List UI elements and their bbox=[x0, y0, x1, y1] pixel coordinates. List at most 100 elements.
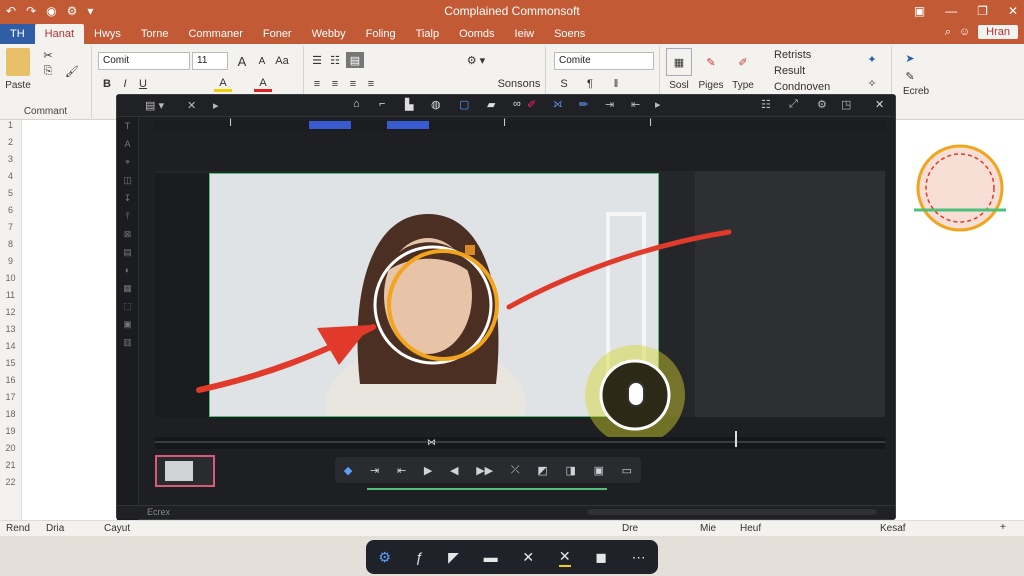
sort-button[interactable]: Sonsons bbox=[496, 76, 542, 92]
tab-search[interactable]: Soens bbox=[544, 24, 595, 44]
piges-button[interactable]: Piges bbox=[696, 78, 726, 92]
play-icon[interactable]: ▶ bbox=[424, 464, 432, 477]
tab-view[interactable]: Oomds bbox=[449, 24, 504, 44]
paste-button[interactable]: Paste bbox=[2, 78, 34, 92]
condnoven-item[interactable]: Condnoven bbox=[774, 80, 854, 94]
zoom-in-button[interactable]: + bbox=[1000, 522, 1006, 533]
align-center-icon[interactable]: ≡ bbox=[328, 76, 342, 92]
result-item[interactable]: Result bbox=[774, 64, 854, 78]
tab-layout[interactable]: Foner bbox=[253, 24, 302, 44]
clip-thumbnail[interactable] bbox=[155, 455, 215, 487]
format-painter-icon[interactable]: 🖌 bbox=[60, 64, 84, 78]
ruler-mark: 1 bbox=[7, 120, 13, 130]
shape-icon[interactable]: ◤ bbox=[448, 549, 459, 566]
rectangle-icon[interactable]: ▬ bbox=[484, 549, 498, 565]
horizontal-scrollbar[interactable] bbox=[587, 509, 877, 515]
replace-icon[interactable]: ✧ bbox=[862, 74, 882, 92]
tab-references[interactable]: Webby bbox=[302, 24, 356, 44]
pointer-icon[interactable]: ➤ bbox=[900, 50, 920, 66]
type-button[interactable]: Type bbox=[728, 78, 758, 92]
cut-icon[interactable]: ⤫ bbox=[511, 464, 520, 477]
timeline-track[interactable]: ⋈ bbox=[155, 431, 885, 449]
video-editor-window[interactable]: ▤ ▾ ✕ ▸ ⌂ ⌐ ▙ ◍ ▢ ▰ ∞ ✐ ⟗ ✏ ⇥ ⇤ ▸ ☷ ⤢ ⚙ … bbox=[116, 94, 896, 521]
italic-button[interactable]: I bbox=[118, 76, 132, 92]
step-forward-icon[interactable]: ⇥ bbox=[370, 464, 379, 477]
close-tool-icon[interactable]: ✕ bbox=[558, 548, 571, 567]
font-size-select[interactable]: 11 bbox=[192, 52, 228, 70]
save-icon[interactable]: ↶ bbox=[6, 4, 16, 18]
numbering-icon[interactable]: ☷ bbox=[328, 52, 342, 68]
retrists-item[interactable]: Retrists bbox=[774, 48, 854, 62]
font-color-button[interactable]: A bbox=[254, 76, 272, 92]
tab-design[interactable]: Commaner bbox=[178, 24, 252, 44]
search-icon[interactable]: ⌕ bbox=[945, 26, 951, 39]
status-focus[interactable]: Dre bbox=[622, 523, 638, 534]
bullets-icon[interactable]: ☰ bbox=[310, 52, 324, 68]
copy-icon[interactable]: ⎘ bbox=[40, 64, 56, 78]
settings-icon[interactable]: ⚙ bbox=[378, 549, 391, 566]
progress-line[interactable] bbox=[367, 488, 607, 490]
playhead-marker[interactable]: ⋈ bbox=[427, 437, 457, 447]
paste-icon[interactable] bbox=[6, 48, 30, 76]
ruler-mark: 19 bbox=[5, 426, 16, 436]
font-name-select[interactable]: Comit bbox=[98, 52, 190, 70]
status-zoom[interactable]: Kesaf bbox=[880, 523, 906, 534]
tab-mailings[interactable]: Foling bbox=[356, 24, 406, 44]
pilcrow-icon[interactable]: ¶ bbox=[582, 76, 598, 92]
status-read[interactable]: Heuf bbox=[740, 523, 761, 534]
tab-draw[interactable]: Torne bbox=[131, 24, 179, 44]
rewind-icon[interactable]: ◀ bbox=[450, 464, 458, 477]
ribbon-display-icon[interactable]: ▣ bbox=[914, 4, 925, 18]
shrink-font-button[interactable]: A bbox=[254, 52, 270, 70]
fullscreen-icon[interactable]: ▭ bbox=[622, 464, 632, 477]
restore-button[interactable]: ❐ bbox=[977, 4, 988, 18]
justify-icon[interactable]: ≡ bbox=[364, 76, 378, 92]
paragraph-dropdown[interactable]: ⚙ ▾ bbox=[456, 52, 496, 68]
timeline-end-marker[interactable] bbox=[735, 431, 737, 447]
square-icon[interactable]: ◼ bbox=[595, 549, 607, 566]
pages-icon[interactable]: ✎ bbox=[698, 48, 724, 76]
grow-font-button[interactable]: A bbox=[234, 52, 250, 70]
ruler-mark: 14 bbox=[5, 341, 16, 351]
close-button[interactable]: ✕ bbox=[1008, 4, 1018, 18]
split-right-icon[interactable]: ◨ bbox=[565, 464, 575, 477]
fast-forward-icon[interactable]: ▶▶ bbox=[476, 464, 493, 477]
align-right-icon[interactable]: ≡ bbox=[346, 76, 360, 92]
type-icon[interactable]: ✐ bbox=[730, 48, 756, 76]
pen-icon[interactable]: ✎ bbox=[900, 68, 920, 84]
settings-icon[interactable]: ⚙ bbox=[67, 4, 78, 18]
tab-home[interactable]: Hanat bbox=[34, 24, 85, 44]
more-icon[interactable]: ⋯ bbox=[632, 549, 646, 566]
split-left-icon[interactable]: ◩ bbox=[537, 464, 547, 477]
bold-button[interactable]: B bbox=[100, 76, 114, 92]
tab-file[interactable]: TH bbox=[0, 24, 35, 44]
tab-review[interactable]: Tialp bbox=[406, 24, 449, 44]
status-view[interactable]: Mie bbox=[700, 523, 716, 534]
select-icon[interactable]: ▦ bbox=[666, 48, 692, 76]
fit-icon[interactable]: ▣ bbox=[594, 464, 604, 477]
customize-quick-access-icon[interactable]: ▾ bbox=[87, 4, 93, 18]
share-button[interactable]: Hran bbox=[978, 25, 1018, 39]
ecreb-button[interactable]: Ecreb bbox=[896, 84, 936, 98]
style-s-button[interactable]: S bbox=[556, 76, 572, 92]
cross-icon[interactable]: ✕ bbox=[522, 549, 534, 566]
tab-insert[interactable]: Hwys bbox=[84, 24, 131, 44]
styles-select[interactable]: Comite bbox=[554, 52, 654, 70]
comments-icon[interactable]: ☺ bbox=[959, 26, 970, 38]
tab-help[interactable]: Ieiw bbox=[505, 24, 545, 44]
record-icon[interactable]: ◉ bbox=[46, 4, 56, 18]
multilevel-list-icon[interactable]: ▤ bbox=[346, 52, 364, 68]
highlight-color-button[interactable]: A bbox=[214, 76, 232, 92]
find-icon[interactable]: ✦ bbox=[862, 50, 882, 68]
underline-button[interactable]: U bbox=[136, 76, 150, 92]
sosl-button[interactable]: Sosl bbox=[664, 78, 694, 92]
pause-icon[interactable]: ‖ bbox=[608, 76, 624, 92]
undo-icon[interactable]: ↷ bbox=[26, 4, 36, 18]
change-case-button[interactable]: Aa bbox=[274, 52, 290, 70]
loop-icon[interactable]: ◆ bbox=[344, 464, 352, 477]
minimize-button[interactable]: — bbox=[945, 4, 957, 18]
step-back-icon[interactable]: ⇤ bbox=[397, 464, 406, 477]
align-left-icon[interactable]: ≡ bbox=[310, 76, 324, 92]
cut-icon[interactable]: ✂ bbox=[40, 48, 56, 62]
function-icon[interactable]: ƒ bbox=[416, 549, 424, 565]
